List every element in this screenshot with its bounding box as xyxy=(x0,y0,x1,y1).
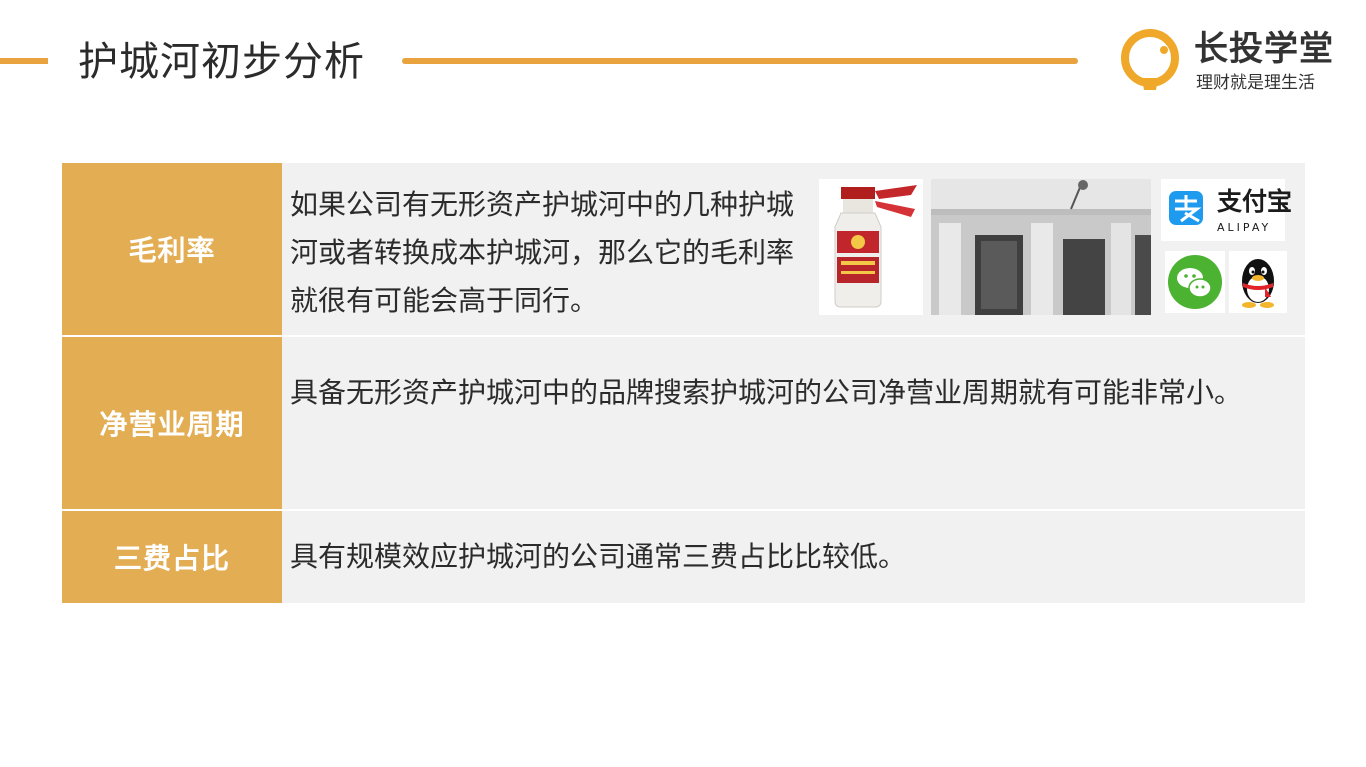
page-title: 护城河初步分析 xyxy=(78,39,365,85)
example-images: 支付宝 ALIPAY xyxy=(819,179,1292,317)
header-line-right xyxy=(402,58,1078,64)
row-description: 具备无形资产护城河中的品牌搜索护城河的公司净营业周期就有可能非常小。 xyxy=(290,376,1243,409)
table-row: 净营业周期 具备无形资产护城河中的品牌搜索护城河的公司净营业周期就有可能非常小。 xyxy=(62,337,1305,511)
bank-of-china-image xyxy=(931,179,1151,315)
row-label: 毛利率 xyxy=(62,163,282,335)
alipay-en: ALIPAY xyxy=(1217,221,1272,234)
brand-slogan: 理财就是理生活 xyxy=(1196,73,1315,93)
table-row: 毛利率 如果公司有无形资产护城河中的几种护城河或者转换成本护城河，那么它的毛利率… xyxy=(62,163,1305,337)
brand-name: 长投学堂 xyxy=(1194,29,1334,69)
header-line-left xyxy=(0,58,48,64)
lightbulb-icon xyxy=(1121,29,1179,90)
row-description: 如果公司有无形资产护城河中的几种护城河或者转换成本护城河，那么它的毛利率就很有可… xyxy=(290,188,795,317)
qq-logo xyxy=(1229,251,1287,313)
baijiu-bottle-image xyxy=(819,179,923,315)
analysis-table: 毛利率 如果公司有无形资产护城河中的几种护城河或者转换成本护城河，那么它的毛利率… xyxy=(62,163,1305,605)
table-row: 三费占比 具有规模效应护城河的公司通常三费占比比较低。 xyxy=(62,511,1305,605)
row-description: 具有规模效应护城河的公司通常三费占比比较低。 xyxy=(290,540,907,573)
brand-logo: 长投学堂 理财就是理生活 xyxy=(1120,24,1340,100)
row-label: 三费占比 xyxy=(62,511,282,603)
alipay-name: 支付宝 xyxy=(1217,187,1293,216)
row-label: 净营业周期 xyxy=(62,337,282,509)
wechat-logo xyxy=(1165,251,1225,313)
